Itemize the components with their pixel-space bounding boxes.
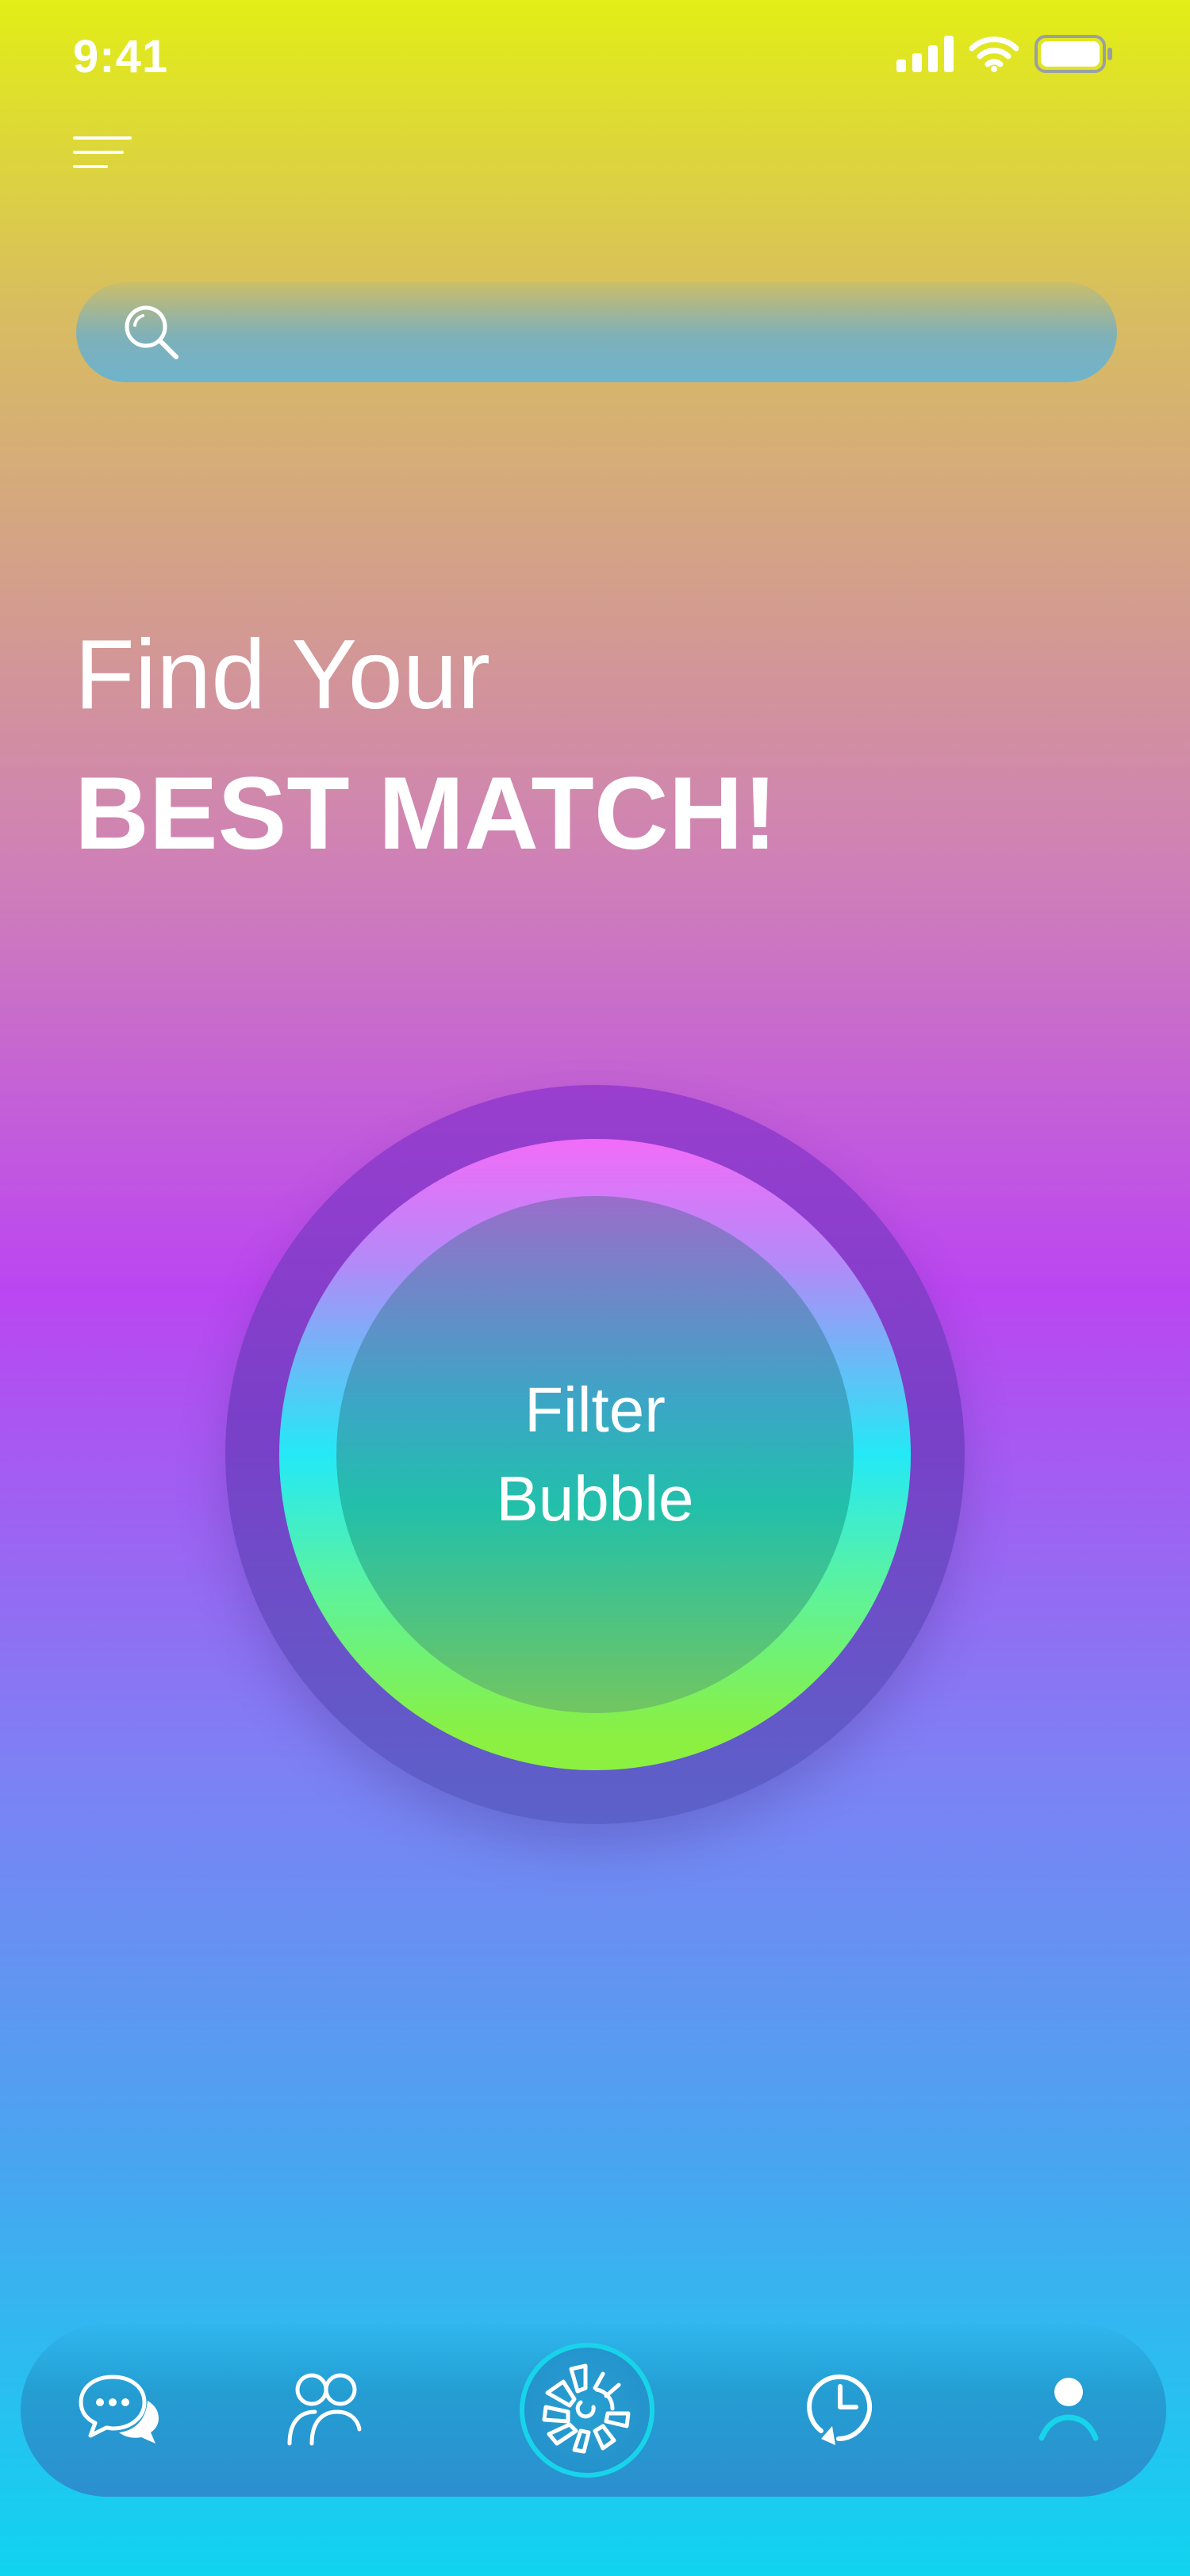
menu-button[interactable] [73,133,136,171]
search-input[interactable] [203,282,1087,382]
wifi-icon [969,36,1019,76]
nav-item-chats[interactable] [68,2324,171,2497]
headline-best-match: BEST MATCH! [75,755,777,871]
filter-bubble-ring: Filter Bubble [279,1139,911,1770]
bottom-nav [21,2324,1166,2497]
history-clock-icon [800,2369,880,2452]
chat-bubbles-icon [76,2371,163,2451]
filter-wheel-icon [539,2361,635,2460]
cellular-signal-icon [896,36,954,76]
search-icon [122,303,182,363]
status-bar: 9:41 [0,0,1190,119]
nav-item-people[interactable] [273,2324,376,2497]
filter-bubble-core: Filter Bubble [336,1196,854,1713]
nav-item-history[interactable] [789,2324,892,2497]
nav-item-profile[interactable] [1017,2324,1120,2497]
filter-bubble-label-line2: Bubble [496,1463,694,1534]
status-time: 9:41 [73,31,169,82]
filter-bubble-label-line1: Filter [524,1374,666,1445]
battery-icon [1035,35,1114,77]
nav-item-filter[interactable] [508,2324,666,2497]
people-icon [285,2371,364,2451]
filter-bubble-button[interactable]: Filter Bubble [225,1085,965,1824]
nav-filter-active-ring [520,2343,654,2478]
app-screen: 9:41 Find Your BEST MATCH! Filter Bubble [0,0,1190,2576]
search-bar[interactable] [76,282,1117,382]
profile-icon [1037,2375,1100,2447]
status-icons [896,35,1114,77]
headline-find-your: Find Your [75,620,490,730]
hamburger-menu-icon [73,133,136,175]
